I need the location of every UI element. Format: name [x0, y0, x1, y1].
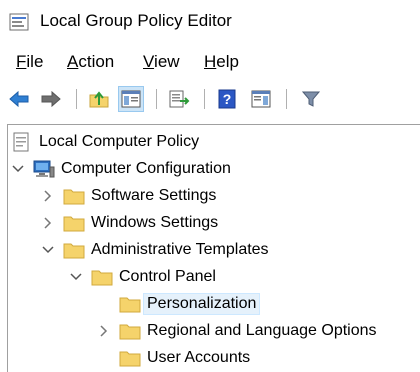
back-button[interactable] — [6, 86, 32, 112]
folder-icon — [63, 213, 85, 233]
show-hide-action-pane-button[interactable] — [248, 86, 274, 112]
menu-file-mnemonic: F — [16, 52, 27, 71]
toolbar-separator — [156, 89, 157, 109]
tree-node-local-computer-policy[interactable]: Local Computer Policy — [11, 128, 199, 155]
tree-node-personalization[interactable]: Personalization — [119, 290, 261, 317]
show-hide-tree-icon — [121, 90, 141, 108]
tree-node-administrative-templates[interactable]: Administrative Templates — [41, 236, 269, 263]
toolbar: ? — [0, 83, 420, 115]
menu-file[interactable]: File — [16, 52, 43, 72]
show-hide-action-pane-icon — [251, 90, 271, 108]
menu-help-mnemonic: H — [204, 52, 217, 71]
chevron-down-icon[interactable] — [41, 243, 55, 257]
tree-node-label: Software Settings — [91, 186, 217, 204]
menu-help-label: elp — [216, 52, 239, 71]
chevron-right-icon[interactable] — [41, 189, 55, 203]
tree-node-label: User Accounts — [147, 348, 251, 366]
tree-node-control-panel[interactable]: Control Panel — [69, 263, 216, 290]
chevron-down-icon[interactable] — [11, 162, 25, 176]
menu-action-label: ction — [78, 52, 115, 71]
tree-node-label: Control Panel — [119, 267, 216, 285]
forward-button[interactable] — [38, 86, 64, 112]
tree-node-label: Administrative Templates — [91, 240, 269, 258]
menu-file-label: ile — [26, 52, 44, 71]
folder-icon — [119, 321, 141, 341]
toolbar-separator — [204, 89, 205, 109]
tree-node-label: Local Computer Policy — [39, 132, 200, 150]
filter-button[interactable] — [298, 86, 324, 112]
title-bar: Local Group Policy Editor — [0, 0, 420, 44]
up-folder-icon — [89, 91, 109, 108]
tree-node-user-accounts[interactable]: User Accounts — [119, 344, 250, 371]
policy-document-icon — [11, 132, 33, 152]
export-list-icon — [169, 90, 190, 108]
chevron-down-icon[interactable] — [69, 270, 83, 284]
computer-icon — [33, 159, 55, 179]
tree-node-label: Regional and Language Options — [147, 321, 377, 339]
menu-action-mnemonic: A — [67, 52, 79, 71]
folder-icon — [63, 186, 85, 206]
forward-arrow-icon — [41, 90, 61, 108]
menu-bar: File Action View Help — [0, 48, 420, 76]
window-title: Local Group Policy Editor — [40, 11, 232, 30]
console-tree: Local Computer Policy Computer Configura… — [7, 124, 420, 372]
menu-view[interactable]: View — [143, 52, 180, 72]
help-button[interactable]: ? — [214, 86, 240, 112]
menu-action[interactable]: Action — [67, 52, 114, 72]
tree-node-software-settings[interactable]: Software Settings — [41, 182, 216, 209]
folder-icon — [119, 348, 141, 368]
export-list-button[interactable] — [166, 86, 192, 112]
svg-text:?: ? — [223, 91, 232, 107]
tree-node-windows-settings[interactable]: Windows Settings — [41, 209, 218, 236]
folder-icon — [63, 240, 85, 260]
menu-view-label: iew — [154, 52, 180, 71]
toolbar-separator — [76, 89, 77, 109]
back-arrow-icon — [9, 90, 29, 108]
toolbar-separator — [286, 89, 287, 109]
folder-icon — [91, 267, 113, 287]
show-hide-console-tree-button[interactable] — [118, 86, 144, 112]
group-policy-app-icon — [9, 12, 29, 32]
tree-node-computer-configuration[interactable]: Computer Configuration — [11, 155, 231, 182]
chevron-right-icon[interactable] — [41, 216, 55, 230]
folder-icon — [119, 294, 141, 314]
chevron-right-icon[interactable] — [97, 324, 111, 338]
filter-icon — [301, 91, 321, 107]
help-icon: ? — [218, 89, 236, 109]
tree-node-regional-language-options[interactable]: Regional and Language Options — [97, 317, 377, 344]
menu-help[interactable]: Help — [204, 52, 239, 72]
tree-node-label: Personalization — [143, 292, 261, 315]
menu-view-mnemonic: V — [143, 52, 155, 71]
tree-node-label: Computer Configuration — [61, 159, 231, 177]
tree-node-label: Windows Settings — [91, 213, 219, 231]
up-one-level-button[interactable] — [86, 86, 112, 112]
